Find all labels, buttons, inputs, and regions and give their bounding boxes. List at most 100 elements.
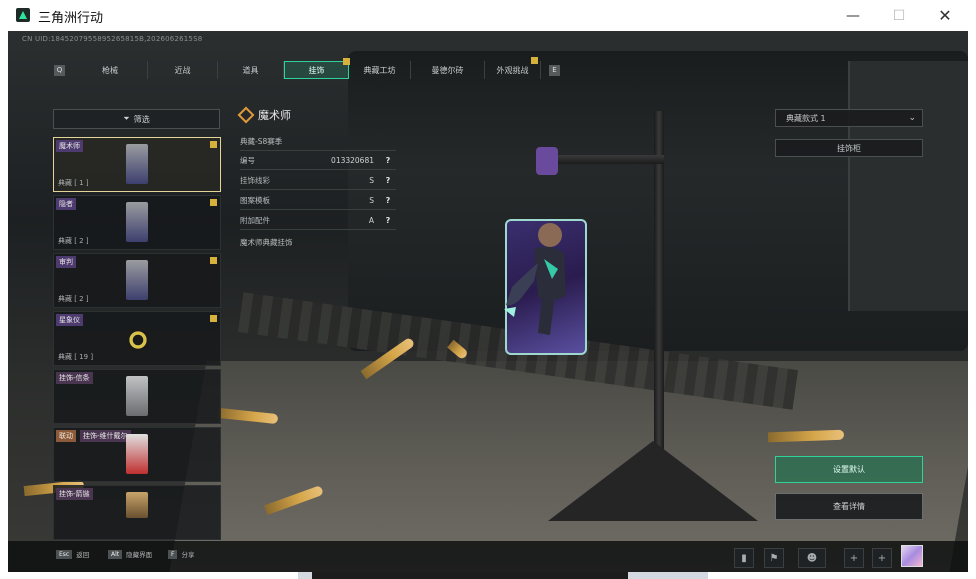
plus-icon[interactable]: + — [872, 548, 892, 568]
help-icon[interactable]: ? — [382, 215, 394, 227]
charm-thumbnail — [126, 328, 150, 352]
charm-cabinet-button[interactable]: 挂饰柜 — [775, 139, 923, 157]
detail-label: 典藏-S8赛季 — [240, 137, 283, 146]
detail-value: S — [369, 176, 374, 185]
tab-gadgets[interactable]: 道具 — [218, 61, 284, 79]
charm-stand-pole — [654, 111, 664, 481]
detail-value: S — [369, 196, 374, 205]
list-item-name: 隐者 — [56, 198, 76, 210]
list-item-name: 审判 — [56, 256, 76, 268]
style-select[interactable]: 典藏款式 1 ⌄ — [775, 109, 923, 127]
charm-list: 魔术师 典藏 [ 1 ] 隐者 典藏 [ 2 ] 审判 典藏 [ 2 ] 星象仪 — [53, 137, 221, 540]
tab-charms-badge — [343, 58, 350, 65]
stats-icon[interactable]: ▮ — [734, 548, 754, 568]
hint-label: 隐藏界面 — [126, 551, 153, 559]
title-bar: 三角洲行动 — ☐ ✕ — [0, 0, 976, 31]
new-badge — [210, 315, 217, 322]
scene-crate-side — [848, 61, 968, 311]
hint-key: F — [168, 549, 178, 559]
list-item-name: 魔术师 — [56, 140, 83, 152]
tab-mandel-brick-label: 曼德尔砖 — [431, 65, 464, 75]
detail-label: 图案模板 — [240, 196, 270, 205]
game-viewport: CN UID:1845207955895265815B,2026062615S8… — [8, 31, 968, 572]
collab-tag: 联动 — [56, 430, 76, 442]
list-item-count: 典藏 [ 1 ] — [58, 179, 89, 187]
tab-appearance-badge — [531, 57, 538, 64]
tab-charms-label: 挂饰 — [308, 65, 325, 75]
list-item[interactable]: 星象仪 典藏 [ 19 ] — [53, 311, 221, 366]
list-item-name: 挂饰-信条 — [56, 372, 93, 384]
detail-label: 附加配件 — [240, 216, 270, 225]
filter-icon: ⏷ — [123, 114, 130, 123]
charm-thumbnail — [126, 144, 148, 184]
detail-description: 魔术师典藏挂饰 — [240, 237, 293, 247]
list-item[interactable]: 隐者 典藏 [ 2 ] — [53, 195, 221, 250]
tab-appearance-challenge[interactable]: 外观挑战 — [485, 57, 541, 79]
hint-label: 分享 — [181, 551, 195, 559]
detail-row-serial: 编号 013320681 ? — [240, 152, 396, 170]
bottom-bar: Esc 返回 Alt 隐藏界面 F 分享 ▮ ⚑ ☻ + + — [8, 541, 968, 572]
new-badge — [210, 257, 217, 264]
avatar[interactable] — [901, 545, 923, 567]
pin-icon[interactable]: ⚑ — [764, 548, 784, 568]
tab-collection-workshop[interactable]: 典藏工坊 — [349, 61, 411, 79]
style-select-value: 典藏款式 1 — [786, 113, 826, 123]
detail-row-pattern: 图案模板 S ? — [240, 192, 396, 210]
hint-key: Alt — [108, 549, 123, 559]
charm-thumbnail — [126, 434, 148, 474]
list-item[interactable]: 联动 挂饰-维什戴尔 — [53, 427, 221, 482]
tab-charms[interactable]: 挂饰 — [284, 58, 350, 79]
category-tabs: Q 枪械 近战 道具 挂饰 典藏工坊 曼德尔砖 外观挑战 E — [46, 57, 568, 79]
hint-hide-ui[interactable]: Alt 隐藏界面 — [108, 549, 152, 559]
maximize-button[interactable]: ☐ — [876, 0, 922, 31]
tab-mandel-brick[interactable]: 曼德尔砖 — [411, 61, 485, 79]
view-details-button[interactable]: 查看详情 — [775, 493, 923, 520]
detail-row-description: 魔术师典藏挂饰 — [240, 233, 396, 251]
list-item[interactable]: 魔术师 典藏 [ 1 ] — [53, 137, 221, 192]
plus-icon[interactable]: + — [844, 548, 864, 568]
hint-label: 返回 — [76, 551, 90, 559]
tab-melee[interactable]: 近战 — [148, 61, 218, 79]
charm-hook — [536, 147, 558, 175]
filter-button[interactable]: ⏷ 筛选 — [53, 109, 220, 129]
close-button[interactable]: ✕ — [922, 0, 968, 31]
detail-row-accessory: 附加配件 A ? — [240, 212, 396, 230]
list-item-count: 典藏 [ 19 ] — [58, 353, 94, 361]
hint-share[interactable]: F 分享 — [168, 549, 194, 559]
detail-value: A — [368, 216, 374, 225]
tab-firearms[interactable]: 枪械 — [73, 61, 148, 79]
list-item[interactable]: 审判 典藏 [ 2 ] — [53, 253, 221, 308]
detail-label: 编号 — [240, 156, 255, 165]
set-default-button[interactable]: 设置默认 — [775, 456, 923, 483]
chevron-down-icon: ⌄ — [908, 113, 916, 123]
detail-title: 魔术师 — [258, 109, 291, 122]
charm-thumbnail — [126, 202, 148, 242]
detail-row-color: 挂饰线彩 S ? — [240, 172, 396, 190]
list-item[interactable]: 挂饰-信条 — [53, 369, 221, 424]
minimize-button[interactable]: — — [830, 0, 876, 31]
taskbar-strip — [298, 572, 708, 579]
tab-next-key[interactable]: E — [549, 64, 560, 76]
window-title: 三角洲行动 — [38, 11, 104, 26]
help-icon[interactable]: ? — [382, 175, 394, 187]
detail-row-season: 典藏-S8赛季 — [240, 133, 396, 151]
tab-prev-key[interactable]: Q — [54, 64, 65, 76]
people-icon[interactable]: ☻ — [798, 548, 826, 568]
app-logo-icon — [16, 8, 30, 22]
help-icon[interactable]: ? — [382, 155, 394, 167]
list-item-name: 星象仪 — [56, 314, 83, 326]
hint-key: Esc — [56, 549, 73, 559]
hint-back[interactable]: Esc 返回 — [56, 549, 89, 559]
filter-label: 筛选 — [133, 114, 150, 124]
rarity-diamond-icon — [237, 106, 255, 124]
list-item-count: 典藏 [ 2 ] — [58, 295, 89, 303]
help-icon[interactable]: ? — [382, 195, 394, 207]
user-id-text: CN UID:1845207955895265815B,2026062615S8 — [22, 35, 203, 43]
charm-thumbnail — [126, 260, 148, 300]
list-item-count: 典藏 [ 2 ] — [58, 237, 89, 245]
list-item[interactable]: 挂饰-箭镞 — [53, 485, 221, 540]
charm-thumbnail — [126, 492, 148, 518]
taskbar-dark-segment — [312, 572, 628, 579]
detail-value: 013320681 — [331, 156, 374, 165]
tab-appearance-challenge-label: 外观挑战 — [496, 65, 529, 75]
